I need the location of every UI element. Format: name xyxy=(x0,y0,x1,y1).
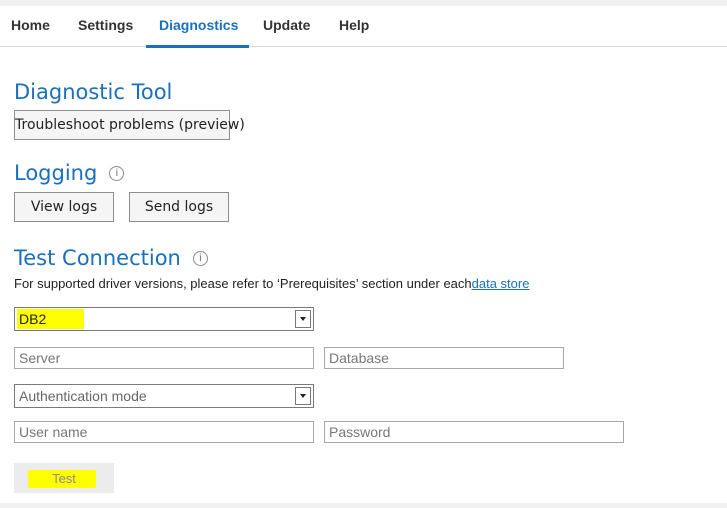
tab-help[interactable]: Help xyxy=(339,17,369,33)
test-connection-heading: Test Connection i xyxy=(14,246,208,270)
database-field[interactable]: Database xyxy=(324,347,564,369)
username-field[interactable]: User name xyxy=(14,421,314,443)
tab-update[interactable]: Update xyxy=(263,17,310,33)
test-button[interactable]: Test xyxy=(14,463,114,493)
tab-diagnostics[interactable]: Diagnostics xyxy=(159,17,238,33)
description-text: For supported driver versions, please re… xyxy=(14,276,472,291)
driver-versions-description: For supported driver versions, please re… xyxy=(14,276,529,291)
logging-heading: Logging i xyxy=(14,161,125,185)
info-icon[interactable]: i xyxy=(192,251,208,266)
view-logs-button[interactable]: View logs xyxy=(14,192,114,222)
active-tab-indicator xyxy=(146,45,249,48)
tab-home[interactable]: Home xyxy=(11,17,50,33)
authentication-mode-select[interactable]: Authentication mode xyxy=(14,384,314,408)
test-button-label: Test xyxy=(52,471,76,486)
server-field[interactable]: Server xyxy=(14,347,314,369)
troubleshoot-button[interactable]: Troubleshoot problems (preview) xyxy=(14,110,245,140)
data-store-value: DB2 xyxy=(17,309,85,329)
test-connection-title: Test Connection xyxy=(14,246,181,270)
send-logs-button[interactable]: Send logs xyxy=(129,192,229,222)
logging-title: Logging xyxy=(14,161,98,185)
data-store-select[interactable]: DB2 xyxy=(14,307,314,331)
diagnostic-tool-title: Diagnostic Tool xyxy=(14,80,173,104)
info-icon[interactable]: i xyxy=(109,166,125,181)
password-field[interactable]: Password xyxy=(324,421,624,443)
tab-bar: Home Settings Diagnostics Update Help xyxy=(0,6,727,48)
tab-settings[interactable]: Settings xyxy=(78,17,133,33)
chevron-down-icon[interactable] xyxy=(295,387,311,405)
authentication-mode-value: Authentication mode xyxy=(19,388,147,404)
data-store-highlight: DB2 xyxy=(17,309,85,329)
data-store-link[interactable]: data store xyxy=(472,276,530,291)
diagnostic-tool-heading: Diagnostic Tool xyxy=(14,80,172,104)
bottom-strip xyxy=(0,503,727,508)
chevron-down-icon[interactable] xyxy=(295,310,311,328)
